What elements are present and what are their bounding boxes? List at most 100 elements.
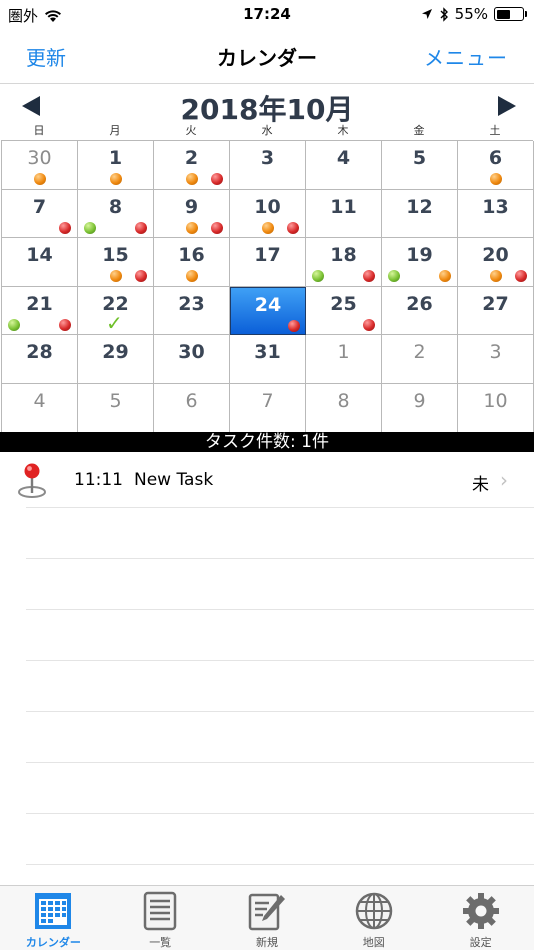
day-number: 17 [254,244,281,267]
task-row[interactable]: 11:11 New Task 未 › [0,452,534,507]
next-month-arrow-icon[interactable] [498,96,516,116]
calendar-day[interactable]: 11 [306,189,382,239]
calendar-day[interactable]: 5 [382,141,458,190]
day-number: 1 [108,147,123,169]
calendar-day[interactable]: 3 [230,141,306,190]
calendar-day[interactable]: 30 [154,335,230,384]
day-number: 5 [109,390,122,412]
calendar-day[interactable]: 27 [458,286,534,336]
row-separator [26,660,534,661]
day-number: 15 [102,244,129,267]
calendar-grid: 30 1 2 3 4 5 6 7 8 9 10 11 12 13 14 15 16 17 18 19 20 21 22 ✓ 23… [1,140,534,433]
weekday-sat: 土 [489,124,501,137]
calendar-day[interactable]: 28 [2,335,78,384]
green-task-dot-icon [312,270,324,283]
orange-task-dot-icon [490,270,502,283]
day-number: 30 [178,341,205,364]
calendar-day[interactable]: 15 [78,238,154,287]
tab-calendar[interactable]: カレンダー [0,886,107,950]
day-number: 11 [330,195,357,218]
calendar-day[interactable]: 6 [458,141,534,190]
calendar-day[interactable]: 7 [230,384,306,433]
task-list: 11:11 New Task 未 › [0,452,534,885]
calendar-day[interactable]: 13 [458,189,534,239]
nav-bar: 更新 カレンダー メニュー [0,30,534,84]
calendar-day[interactable]: 9 [382,384,458,433]
calendar-day[interactable]: 21 [2,286,78,336]
calendar-day[interactable]: 30 [2,141,78,190]
calendar-day[interactable]: 17 [230,238,306,287]
red-task-dot-icon [211,221,223,234]
calendar-day[interactable]: 22 ✓ [78,286,154,336]
red-task-dot-icon [211,173,223,185]
day-number: 31 [254,341,281,364]
day-number: 30 [27,147,52,169]
day-number: 20 [482,244,509,267]
orange-task-dot-icon [186,221,198,234]
orange-task-dot-icon [490,173,502,185]
calendar-day[interactable]: 31 [230,335,306,384]
day-number: 7 [261,390,274,412]
orange-task-dot-icon [186,270,198,283]
calendar-day[interactable]: 3 [458,335,534,384]
calendar-day[interactable]: 14 [2,238,78,287]
weekday-tue: 火 [185,124,197,137]
day-number: 29 [102,341,129,364]
orange-task-dot-icon [110,270,122,283]
row-separator [26,507,534,508]
battery-level [496,9,510,19]
day-number: 2 [184,147,199,169]
orange-task-dot-icon [262,221,274,234]
green-task-dot-icon [388,270,400,283]
orange-task-dot-icon [439,270,451,283]
day-number: 6 [185,390,198,412]
day-number: 16 [178,244,205,267]
calendar-day[interactable]: 2 [382,335,458,384]
checkmark-icon: ✓ [106,310,123,335]
tab-settings[interactable]: 設定 [427,886,534,950]
calendar-day[interactable]: 29 [78,335,154,384]
calendar-day[interactable]: 10 [230,189,306,239]
calendar-day-selected[interactable]: 24 [230,286,306,336]
day-number: 10 [254,195,281,218]
day-number: 4 [336,147,351,169]
orange-task-dot-icon [110,173,122,185]
calendar-day[interactable]: 16 [154,238,230,287]
calendar-day[interactable]: 4 [306,141,382,190]
calendar-day[interactable]: 7 [2,189,78,239]
calendar-day[interactable]: 4 [2,384,78,433]
calendar-day[interactable]: 20 [458,238,534,287]
day-number: 23 [178,292,205,315]
calendar-day[interactable]: 2 [154,141,230,190]
calendar-day[interactable]: 6 [154,384,230,433]
calendar-day[interactable]: 5 [78,384,154,433]
calendar-day[interactable]: 12 [382,189,458,239]
calendar-day[interactable]: 23 [154,286,230,336]
month-header: 2018年10月 [0,86,534,126]
red-task-dot-icon [287,221,299,234]
calendar-day[interactable]: 8 [78,189,154,239]
calendar-day[interactable]: 25 [306,286,382,336]
calendar-day[interactable]: 26 [382,286,458,336]
day-number: 19 [406,244,433,267]
map-pin-icon [18,463,46,498]
weekday-header: 日 月 火 水 木 金 土 [0,122,534,140]
tab-label: 地図 [362,936,385,949]
weekday-thu: 木 [337,124,349,137]
red-task-dot-icon [363,270,375,283]
row-separator [26,864,534,865]
tab-list[interactable]: 一覧 [107,886,214,950]
calendar-day[interactable]: 1 [306,335,382,384]
tab-label: カレンダー [25,936,81,949]
status-right: 55% [421,5,527,23]
tab-new[interactable]: 新規 [214,886,321,950]
calendar-day[interactable]: 10 [458,384,534,433]
calendar-day[interactable]: 9 [154,189,230,239]
menu-button[interactable]: メニュー [424,42,508,71]
calendar-day[interactable]: 1 [78,141,154,190]
calendar-day[interactable]: 19 [382,238,458,287]
day-number: 5 [412,147,427,169]
tab-map[interactable]: 地図 [320,886,427,950]
calendar-day[interactable]: 8 [306,384,382,433]
calendar-day[interactable]: 18 [306,238,382,287]
